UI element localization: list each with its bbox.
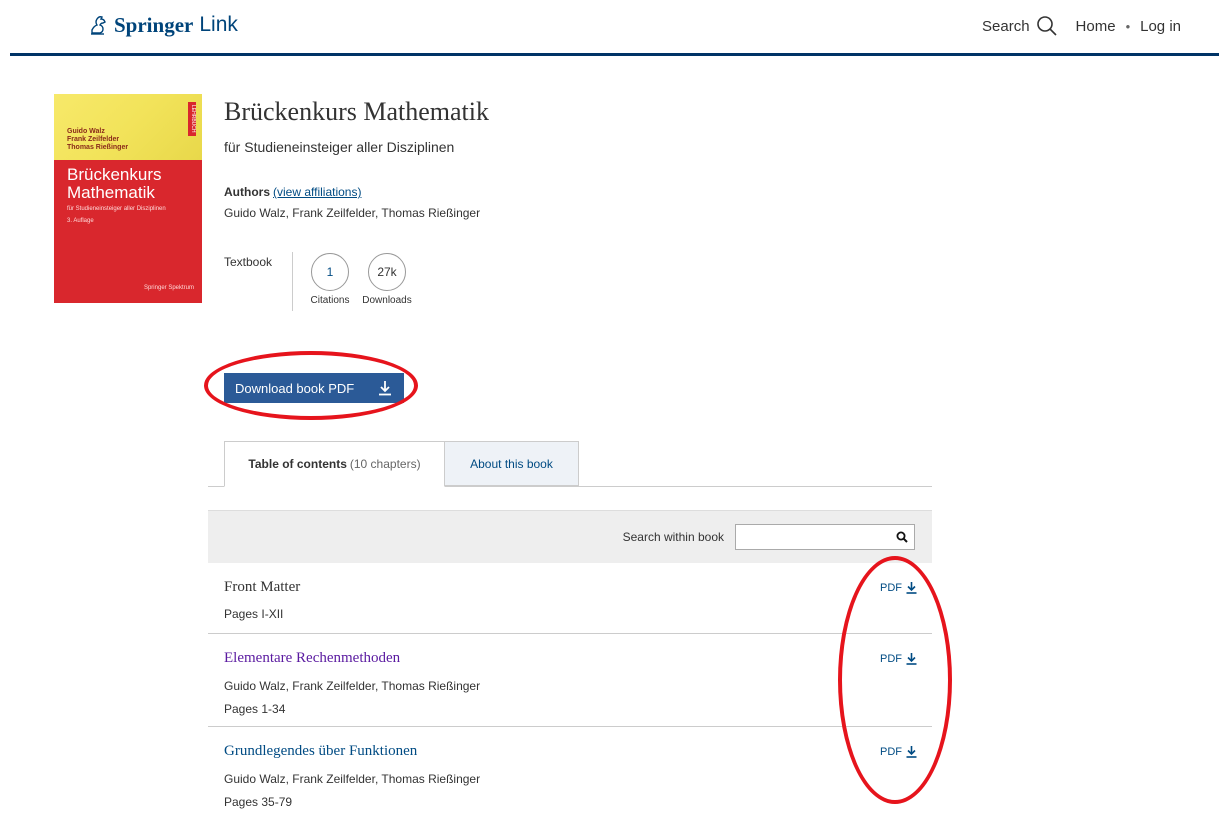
download-icon <box>379 381 391 396</box>
download-button-label: Download book PDF <box>235 380 355 396</box>
downloads-metric: 27k Downloads <box>358 253 416 306</box>
chapter-authors: Guido Walz, Frank Zeilfelder, Thomas Rie… <box>224 772 481 786</box>
download-icon <box>906 746 917 758</box>
home-link[interactable]: Home <box>1076 18 1116 35</box>
search-within-book-bar: Search within book <box>208 510 932 563</box>
chapter-pdf-link[interactable]: PDF <box>880 652 917 665</box>
brand-suffix: Link <box>199 13 238 36</box>
cover-title-line: Brückenkurs <box>67 165 162 184</box>
tab-toc-label: Table of contents <box>248 457 347 471</box>
nav-separator: • <box>1125 18 1131 34</box>
cover-authors: Guido Walz Frank Zeilfelder Thomas Rießi… <box>67 128 128 152</box>
tab-table-of-contents[interactable]: Table of contents (10 chapters) <box>224 441 445 487</box>
springerlink-logo[interactable]: Springer Link <box>88 10 238 40</box>
metrics-divider <box>292 252 293 311</box>
download-book-pdf-button[interactable]: Download book PDF <box>224 373 404 403</box>
tab-toc-count: (10 chapters) <box>349 457 421 471</box>
search-icon <box>1036 16 1057 36</box>
download-icon <box>906 653 917 665</box>
cover-author: Thomas Rießinger <box>67 144 129 151</box>
springer-horse-icon <box>91 16 106 35</box>
cover-series-label: LEHRBUCH <box>188 102 196 136</box>
chapter-list: Front Matter Pages I-XII PDF Elementare … <box>208 563 932 820</box>
site-header: Springer Link Search Home • Log in <box>0 0 1219 54</box>
chapter-pages: Pages 1-34 <box>224 702 286 716</box>
cover-author: Frank Zeilfelder <box>67 136 120 143</box>
book-cover[interactable]: LEHRBUCH Guido Walz Frank Zeilfelder Tho… <box>54 94 202 303</box>
search-within-label: Search within book <box>622 530 724 544</box>
chapter-pages: Pages 35-79 <box>224 795 293 809</box>
authors-label: Authors <box>224 185 270 199</box>
cover-publisher: Springer Spektrum <box>143 285 194 291</box>
download-icon <box>906 582 917 594</box>
tab-about-this-book[interactable]: About this book <box>445 441 579 486</box>
list-item: Grundlegendes über Funktionen Guido Walz… <box>208 727 932 820</box>
top-nav: Search Home • Log in <box>982 12 1181 40</box>
cover-edition: 3. Auflage <box>67 218 94 224</box>
citations-count: 1 <box>311 253 349 291</box>
list-item: Front Matter Pages I-XII PDF <box>208 563 932 634</box>
authors-heading: Authors (view affiliations) <box>224 185 361 199</box>
citations-metric[interactable]: 1 Citations <box>306 253 354 306</box>
book-subtitle: für Studieneinsteiger aller Disziplinen <box>224 139 455 155</box>
page-title: Brückenkurs Mathematik <box>224 97 489 126</box>
book-type: Textbook <box>224 255 273 269</box>
search-label: Search <box>982 17 1030 35</box>
search-within-button[interactable] <box>889 525 914 549</box>
search-icon <box>896 531 908 543</box>
cover-subtitle: für Studieneinsteiger aller Disziplinen <box>67 206 166 212</box>
chapter-title[interactable]: Front Matter <box>224 579 300 596</box>
search-link[interactable]: Search <box>982 15 1058 37</box>
chapter-title[interactable]: Elementare Rechenmethoden <box>224 650 400 667</box>
downloads-count: 27k <box>368 253 406 291</box>
downloads-label: Downloads <box>362 295 412 306</box>
cover-title-line: Mathematik <box>67 183 155 202</box>
citations-label: Citations <box>310 295 350 306</box>
brand-name: Springer <box>114 12 194 37</box>
pdf-label: PDF <box>880 745 902 758</box>
list-item: Elementare Rechenmethoden Guido Walz, Fr… <box>208 634 932 727</box>
view-affiliations-link[interactable]: (view affiliations) <box>273 185 361 199</box>
cover-author: Guido Walz <box>67 128 105 135</box>
search-within-input[interactable] <box>735 524 915 550</box>
chapter-pdf-link[interactable]: PDF <box>880 581 917 594</box>
chapter-pdf-link[interactable]: PDF <box>880 745 917 758</box>
header-divider <box>10 53 1219 56</box>
chapter-title[interactable]: Grundlegendes über Funktionen <box>224 743 417 760</box>
book-authors: Guido Walz, Frank Zeilfelder, Thomas Rie… <box>224 206 481 220</box>
login-link[interactable]: Log in <box>1140 18 1181 35</box>
cover-title: Brückenkurs Mathematik <box>67 166 161 202</box>
chapter-authors: Guido Walz, Frank Zeilfelder, Thomas Rie… <box>224 679 481 693</box>
pdf-label: PDF <box>880 581 902 594</box>
pdf-label: PDF <box>880 652 902 665</box>
chapter-pages: Pages I-XII <box>224 607 284 621</box>
